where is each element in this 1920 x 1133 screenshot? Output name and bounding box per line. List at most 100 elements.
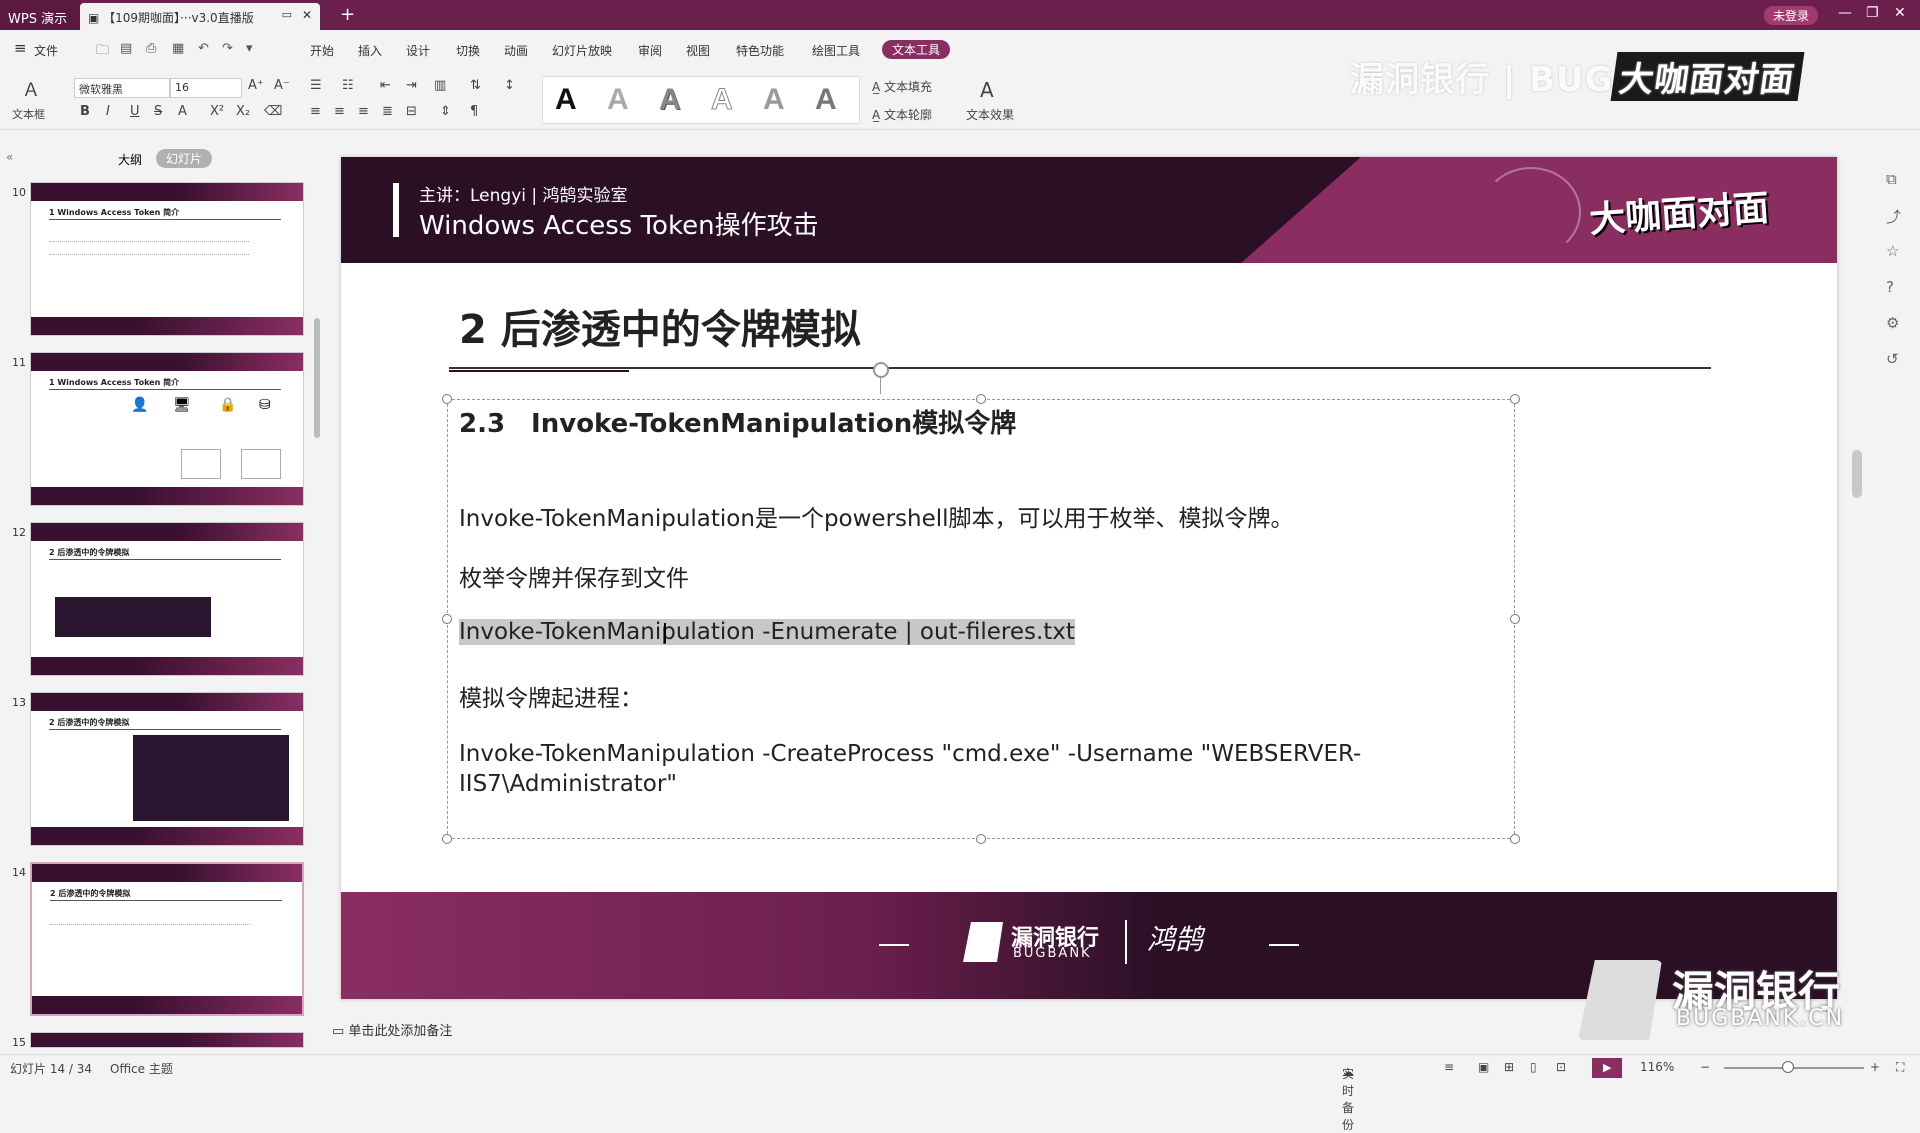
close-tab-icon[interactable]: ✕ bbox=[302, 8, 312, 22]
slide-thumbnail[interactable]: 2 后渗透中的令牌模拟 bbox=[30, 692, 304, 846]
zoom-out-icon[interactable]: − bbox=[1700, 1060, 1710, 1074]
font-color-icon[interactable]: A bbox=[178, 104, 187, 119]
tab-review[interactable]: 审阅 bbox=[638, 42, 662, 59]
text-fill-button[interactable]: A̲ 文本填充 bbox=[872, 78, 932, 95]
print-preview-icon[interactable]: ⎙ bbox=[146, 41, 156, 56]
history-icon[interactable]: ↺ bbox=[1886, 350, 1899, 368]
fit-window-icon[interactable]: ⛶ bbox=[1896, 1060, 1904, 1075]
font-name-select[interactable]: 微软雅黑 bbox=[74, 78, 170, 98]
align-right-icon[interactable]: ≡ bbox=[358, 104, 369, 119]
indent-decrease-icon[interactable]: ⇤ bbox=[380, 78, 391, 93]
resize-handle[interactable] bbox=[1510, 834, 1520, 844]
text-direction-icon[interactable]: ⇅ bbox=[470, 78, 481, 93]
slide-thumbnail[interactable]: 2 后渗透中的令牌模拟 bbox=[30, 522, 304, 676]
columns-icon[interactable]: ▥ bbox=[434, 78, 446, 93]
resize-handle[interactable] bbox=[442, 614, 452, 624]
copy-icon[interactable]: ⧉ bbox=[1886, 170, 1897, 188]
app-name[interactable]: WPS 演示 bbox=[0, 0, 80, 30]
textbox-icon[interactable]: Ａ bbox=[22, 76, 40, 102]
notes-toggle-icon[interactable]: ≡ bbox=[1444, 1060, 1454, 1074]
tab-slides[interactable]: 幻灯片 bbox=[156, 149, 213, 168]
tab-design[interactable]: 设计 bbox=[406, 42, 430, 59]
text-style-6[interactable]: A bbox=[815, 83, 837, 117]
bold-icon[interactable]: B bbox=[80, 104, 90, 119]
text-style-4[interactable]: A bbox=[711, 83, 734, 117]
superscript-icon[interactable]: X² bbox=[210, 104, 224, 119]
zoom-slider[interactable] bbox=[1724, 1067, 1864, 1069]
share-icon[interactable]: ⤴ bbox=[1886, 206, 1901, 227]
para-spacing-icon[interactable]: ⇕ bbox=[440, 104, 451, 119]
tab-slideshow[interactable]: 幻灯片放映 bbox=[552, 42, 612, 59]
font-size-select[interactable]: 16 bbox=[170, 78, 242, 98]
text-style-1[interactable]: A bbox=[555, 83, 577, 117]
zoom-in-icon[interactable]: + bbox=[1870, 1060, 1880, 1074]
tab-start[interactable]: 开始 bbox=[310, 42, 334, 59]
distribute-icon[interactable]: ⊟ bbox=[406, 104, 417, 119]
zoom-level[interactable]: 116% bbox=[1640, 1060, 1674, 1074]
help-icon[interactable]: ? bbox=[1886, 278, 1894, 296]
open-icon[interactable]: 🗀 bbox=[96, 41, 109, 63]
numbered-list-icon[interactable]: ☷ bbox=[342, 78, 354, 93]
undo-icon[interactable]: ↶ bbox=[198, 41, 209, 56]
document-tab[interactable]: ▣ 【109期咖面】···v3.0直播版 ▭ ✕ bbox=[80, 3, 320, 30]
new-tab-icon[interactable]: + bbox=[340, 4, 355, 25]
print-icon[interactable]: ▦ bbox=[172, 41, 184, 56]
tab-drawing-tools[interactable]: 绘图工具 bbox=[812, 42, 860, 59]
save-icon[interactable]: ▤ bbox=[120, 41, 132, 56]
text-style-3[interactable]: A bbox=[659, 83, 681, 117]
section-title[interactable]: 2 后渗透中的令牌模拟 bbox=[459, 297, 861, 355]
indent-increase-icon[interactable]: ⇥ bbox=[406, 78, 417, 93]
underline-icon[interactable]: U bbox=[130, 104, 140, 119]
text-effect-icon[interactable]: A bbox=[980, 78, 994, 102]
minimize-icon[interactable]: — bbox=[1838, 5, 1852, 21]
menu-icon[interactable]: ≡ bbox=[14, 39, 27, 57]
align-left-icon[interactable]: ≡ bbox=[310, 104, 321, 119]
pin-icon[interactable]: ▭ bbox=[282, 8, 292, 21]
slide-thumbnail[interactable] bbox=[30, 1032, 304, 1048]
align-center-icon[interactable]: ≡ bbox=[334, 104, 345, 119]
more-icon[interactable]: ▾ bbox=[246, 41, 253, 56]
tab-transition[interactable]: 切换 bbox=[456, 42, 480, 59]
textbox-label[interactable]: 文本框 bbox=[12, 106, 45, 122]
text-style-5[interactable]: A bbox=[763, 83, 785, 117]
thumbnail-scrollbar[interactable] bbox=[314, 318, 320, 438]
maximize-icon[interactable]: ❐ bbox=[1866, 5, 1879, 21]
font-shrink-icon[interactable]: A⁻ bbox=[274, 78, 290, 93]
reading-view-icon[interactable]: ▯ bbox=[1530, 1060, 1537, 1074]
tab-features[interactable]: 特色功能 bbox=[736, 42, 784, 59]
rotate-handle[interactable] bbox=[873, 362, 889, 378]
resize-handle[interactable] bbox=[976, 834, 986, 844]
para-settings-icon[interactable]: ¶ bbox=[470, 104, 478, 119]
tab-text-tools[interactable]: 文本工具 bbox=[882, 40, 951, 59]
notes-area[interactable]: ▭ 单击此处添加备注 bbox=[332, 1020, 452, 1039]
font-grow-icon[interactable]: A⁺ bbox=[248, 78, 264, 93]
line-spacing-icon[interactable]: ↕ bbox=[504, 78, 515, 93]
presenter-view-icon[interactable]: ⊡ bbox=[1556, 1060, 1566, 1074]
close-window-icon[interactable]: ✕ bbox=[1894, 5, 1906, 21]
file-menu[interactable]: 文件 bbox=[34, 42, 58, 59]
resize-handle[interactable] bbox=[442, 834, 452, 844]
tab-outline[interactable]: 大纲 bbox=[118, 151, 142, 168]
strikethrough-icon[interactable]: S bbox=[154, 104, 162, 119]
slide-scrollbar[interactable] bbox=[1852, 450, 1862, 498]
subscript-icon[interactable]: X₂ bbox=[236, 104, 250, 119]
slide-canvas[interactable]: 主讲：Lengyi | 鸿鹄实验室 Windows Access Token操作… bbox=[341, 157, 1837, 999]
resize-handle[interactable] bbox=[442, 394, 452, 404]
text-style-2[interactable]: A bbox=[607, 83, 629, 117]
play-slideshow-button[interactable]: ▶ bbox=[1592, 1058, 1622, 1078]
normal-view-icon[interactable]: ▣ bbox=[1478, 1060, 1489, 1074]
justify-icon[interactable]: ≣ bbox=[382, 104, 393, 119]
tab-animation[interactable]: 动画 bbox=[504, 42, 528, 59]
text-effect-label[interactable]: 文本效果 bbox=[966, 106, 1014, 123]
login-button[interactable]: 未登录 bbox=[1764, 6, 1819, 25]
slide-thumbnail[interactable]: 1 Windows Access Token 简介 bbox=[30, 182, 304, 336]
text-outline-button[interactable]: A̲ 文本轮廓 bbox=[872, 106, 932, 123]
tab-insert[interactable]: 插入 bbox=[358, 42, 382, 59]
zoom-slider-knob[interactable] bbox=[1782, 1061, 1794, 1073]
redo-icon[interactable]: ↷ bbox=[222, 41, 233, 56]
bullet-list-icon[interactable]: ☰ bbox=[310, 78, 322, 93]
resize-handle[interactable] bbox=[1510, 614, 1520, 624]
resize-handle[interactable] bbox=[1510, 394, 1520, 404]
italic-icon[interactable]: I bbox=[106, 104, 110, 119]
eraser-icon[interactable]: ⌫ bbox=[264, 104, 282, 119]
